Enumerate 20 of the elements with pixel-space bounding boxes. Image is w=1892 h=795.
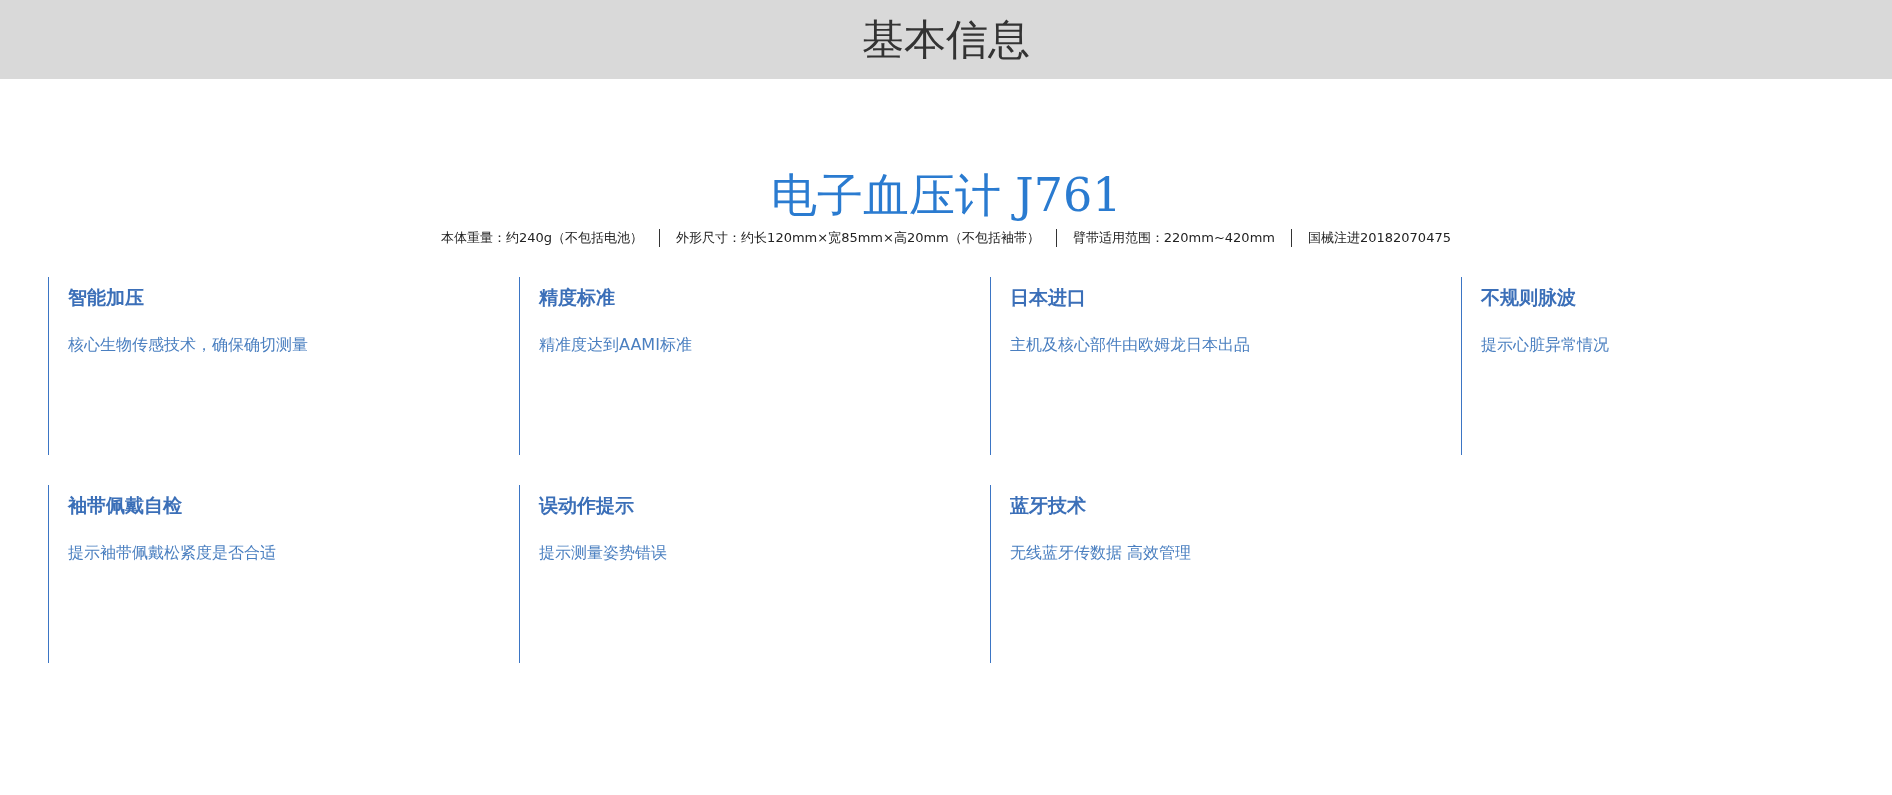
spec-text: 臂带适用范围：220mm~420mm (1072, 229, 1275, 247)
feature-description: 无线蓝牙传数据 高效管理 (1010, 543, 1193, 564)
feature-title: 精度标准 (539, 285, 616, 310)
feature-title: 不规则脉波 (1481, 285, 1577, 310)
spec-text: 国械注进20182070475 (1307, 229, 1451, 247)
product-name: 电子血压计 J761 (770, 167, 1122, 223)
feature-description: 提示测量姿势错误 (539, 543, 668, 564)
feature-title: 智能加压 (68, 285, 145, 310)
feature-description: 提示袖带佩戴松紧度是否合适 (68, 543, 277, 564)
feature-description: 核心生物传感技术，确保确切测量 (68, 335, 309, 356)
feature-title: 日本进口 (1010, 285, 1087, 310)
spec-text: 本体重量：约240g（不包括电池） (441, 229, 644, 247)
spec-text: 外形尺寸：约长120mm×宽85mm×高20mm（不包括袖带） (676, 229, 1040, 247)
feature-description: 提示心脏异常情况 (1481, 335, 1610, 356)
feature-description: 主机及核心部件由欧姆龙日本出品 (1010, 335, 1251, 356)
feature-title: 误动作提示 (539, 493, 635, 518)
feature-title: 袖带佩戴自检 (68, 493, 183, 518)
feature-description: 精准度达到AAMI标准 (539, 335, 693, 356)
feature-title: 蓝牙技术 (1010, 493, 1087, 518)
section-title: 基本信息 (862, 13, 1030, 66)
